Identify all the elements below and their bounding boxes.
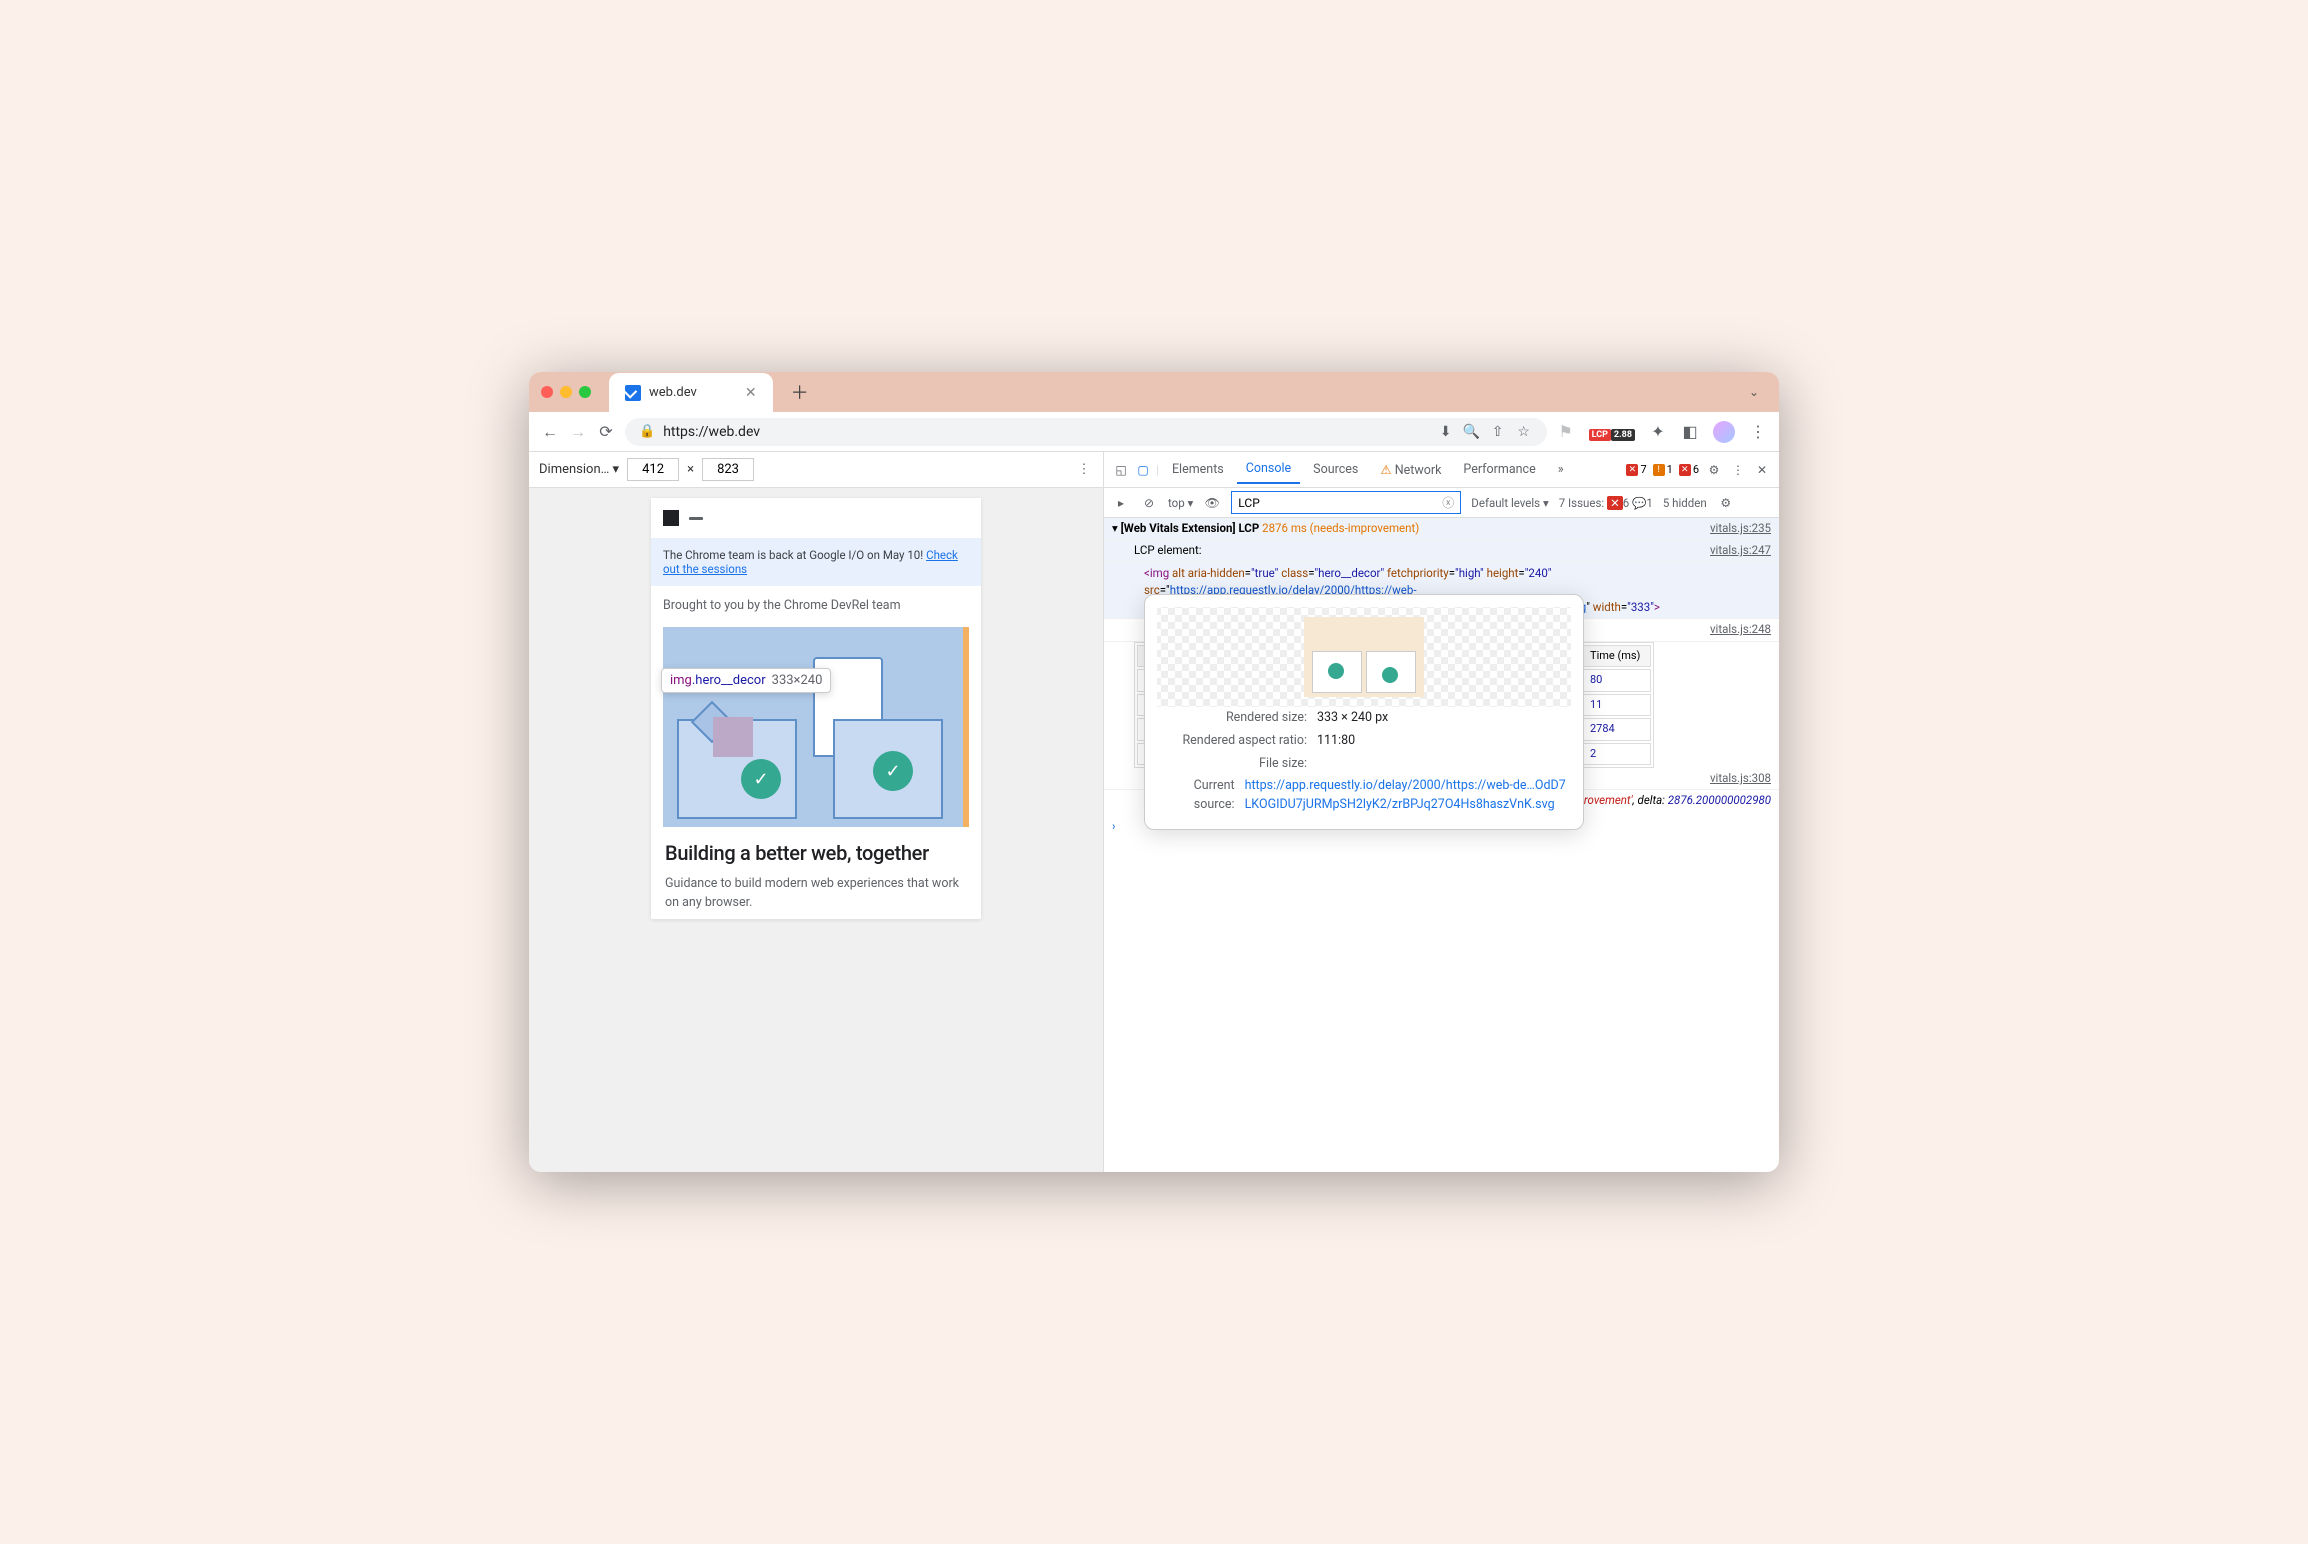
console-toolbar: ▸ ⊘ top ▾ 👁 LCPⓧ Default levels ▾ 7 Issu… [1104, 488, 1779, 518]
close-devtools-icon[interactable]: ✕ [1753, 461, 1771, 479]
element-tooltip: img.hero__decor 333×240 [661, 668, 831, 693]
titlebar: web.dev ✕ ＋ ⌄ [529, 372, 1779, 412]
share-icon[interactable]: ⇧ [1489, 423, 1507, 441]
reload-button[interactable]: ⟳ [597, 423, 615, 441]
chevron-down-icon[interactable]: ⌄ [1749, 385, 1759, 399]
bookmark-icon[interactable]: ☆ [1515, 423, 1533, 441]
close-tab-icon[interactable]: ✕ [745, 385, 757, 401]
console-output: ▾ [Web Vitals Extension] LCP 2876 ms (ne… [1104, 518, 1779, 1172]
devtools-tabs: ◱ ▢ | Elements Console Sources ⚠ Network… [1104, 452, 1779, 488]
tab-network[interactable]: ⚠ Network [1371, 456, 1450, 484]
more-icon[interactable]: ⋮ [1075, 461, 1093, 479]
tab-elements[interactable]: Elements [1163, 456, 1233, 483]
browser-tab[interactable]: web.dev ✕ [609, 373, 773, 413]
toolbar: ← → ⟳ 🔒 https://web.dev ⬇ 🔍 ⇧ ☆ ⚑ LCP2.8… [529, 412, 1779, 452]
page-subheading: Guidance to build modern web experiences… [651, 869, 981, 919]
clear-icon[interactable]: ⊘ [1140, 494, 1158, 512]
new-tab-button[interactable]: ＋ [791, 379, 809, 405]
rendered-page[interactable]: The Chrome team is back at Google I/O on… [651, 498, 981, 919]
device-viewport-pane: Dimension… ▾ × ⋮ The Chrome team is back… [529, 452, 1104, 1172]
log-levels[interactable]: Default levels ▾ [1471, 496, 1548, 510]
hamburger-icon[interactable] [689, 517, 703, 520]
favicon-icon [625, 385, 641, 401]
context-selector[interactable]: top ▾ [1168, 496, 1193, 510]
filter-input[interactable]: LCPⓧ [1231, 491, 1461, 514]
width-input[interactable] [627, 458, 679, 481]
source-link[interactable]: vitals.js:235 [1710, 520, 1771, 537]
devtools-pane: ◱ ▢ | Elements Console Sources ⚠ Network… [1104, 452, 1779, 1172]
tab-sources[interactable]: Sources [1304, 456, 1367, 483]
tab-title: web.dev [649, 385, 697, 400]
issues-count[interactable]: ✕6 [1679, 463, 1699, 476]
source-link[interactable]: vitals.js:248 [1710, 621, 1771, 638]
install-icon[interactable]: ⬇ [1437, 423, 1455, 441]
traffic-lights [541, 386, 591, 398]
image-preview-popup: Rendered size:333 × 240 px Rendered aspe… [1144, 594, 1584, 830]
back-button[interactable]: ← [541, 423, 559, 441]
issues-link[interactable]: 7 Issues: ✕6 💬1 [1559, 496, 1653, 510]
tab-console[interactable]: Console [1237, 455, 1300, 484]
minimize-window[interactable] [560, 386, 572, 398]
browser-window: web.dev ✕ ＋ ⌄ ← → ⟳ 🔒 https://web.dev ⬇ … [529, 372, 1779, 1172]
viewport: The Chrome team is back at Google I/O on… [529, 488, 1103, 1172]
close-window[interactable] [541, 386, 553, 398]
source-link[interactable]: vitals.js:247 [1710, 542, 1771, 559]
zoom-window[interactable] [579, 386, 591, 398]
toolbar-extensions: ⚑ LCP2.88 ✦ ◧ ⋮ [1557, 421, 1767, 443]
forward-button[interactable]: → [569, 423, 587, 441]
dimensions-dropdown[interactable]: Dimension… ▾ [539, 462, 619, 477]
warning-count[interactable]: !1 [1653, 463, 1673, 476]
site-logo-icon[interactable] [663, 510, 679, 526]
settings-icon[interactable]: ⚙ [1705, 461, 1723, 479]
current-source-link[interactable]: https://app.requestly.io/delay/2000/http… [1245, 777, 1571, 815]
height-input[interactable] [702, 458, 754, 481]
error-count[interactable]: ✕7 [1626, 463, 1646, 476]
console-settings-icon[interactable]: ⚙ [1717, 494, 1735, 512]
preview-thumbnail [1157, 607, 1571, 707]
zoom-icon[interactable]: 🔍 [1463, 423, 1481, 441]
sidepanel-icon[interactable]: ◧ [1681, 423, 1699, 441]
url-text: https://web.dev [663, 424, 760, 440]
hero-image: ✓ ✓ [663, 627, 969, 827]
flag-icon[interactable]: ⚑ [1557, 423, 1575, 441]
sidebar-toggle-icon[interactable]: ▸ [1112, 494, 1130, 512]
live-expression-icon[interactable]: 👁 [1203, 494, 1221, 512]
dimensions-bar: Dimension… ▾ × ⋮ [529, 452, 1103, 488]
byline: Brought to you by the Chrome DevRel team [651, 586, 981, 617]
tab-performance[interactable]: Performance [1454, 456, 1544, 483]
device-toggle-icon[interactable]: ▢ [1134, 461, 1152, 479]
site-nav [651, 498, 981, 538]
kebab-icon[interactable]: ⋮ [1729, 461, 1747, 479]
inspect-icon[interactable]: ◱ [1112, 461, 1130, 479]
source-link[interactable]: vitals.js:308 [1710, 770, 1771, 787]
extensions-icon[interactable]: ✦ [1649, 423, 1667, 441]
more-tabs-icon[interactable]: » [1549, 456, 1573, 483]
hidden-messages[interactable]: 5 hidden [1663, 496, 1707, 510]
lcp-extension[interactable]: LCP2.88 [1589, 424, 1635, 440]
page-heading: Building a better web, together [651, 837, 981, 869]
profile-avatar[interactable] [1713, 421, 1735, 443]
lock-icon: 🔒 [639, 424, 655, 439]
clear-filter-icon[interactable]: ⓧ [1442, 494, 1454, 511]
announcement-banner: The Chrome team is back at Google I/O on… [651, 538, 981, 586]
address-bar[interactable]: 🔒 https://web.dev ⬇ 🔍 ⇧ ☆ [625, 418, 1547, 446]
menu-icon[interactable]: ⋮ [1749, 423, 1767, 441]
